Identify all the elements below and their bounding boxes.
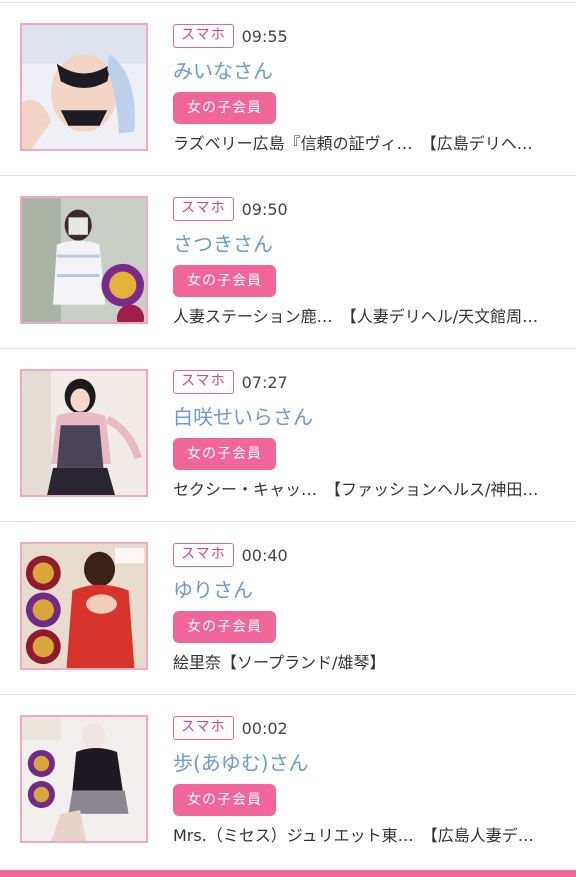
member-badge: 女の子会員: [173, 265, 276, 297]
post-thumbnail[interactable]: [20, 369, 148, 497]
profile-photo-icon: [22, 371, 146, 495]
list-item[interactable]: スマホ 00:40 ゆりさん 女の子会員 絵里奈 【ソープランド/雄琴】: [0, 522, 576, 695]
shop-category: 【広島人妻デ…: [421, 826, 534, 845]
post-time: 00:40: [241, 545, 288, 565]
girl-name-link[interactable]: 歩(あゆむ)さん: [173, 749, 563, 777]
post-time: 09:50: [241, 199, 288, 219]
post-thumbnail[interactable]: [20, 715, 148, 843]
post-thumbnail[interactable]: [20, 196, 148, 324]
shop-category: 【ソープランド/雄琴】: [221, 653, 386, 672]
shop-name[interactable]: 絵里奈: [173, 651, 221, 675]
shop-name[interactable]: ラズベリー広島『信頼の証ヴィ…: [173, 132, 413, 156]
post-time: 00:02: [241, 718, 288, 738]
shop-category: 【人妻デリヘル/天文館周…: [340, 307, 539, 326]
profile-photo-icon: [22, 544, 146, 668]
member-badge: 女の子会員: [173, 611, 276, 643]
shop-name[interactable]: セクシー・キャッ…: [173, 478, 317, 502]
shop-category: 【ファッションヘルス/神田…: [325, 480, 539, 499]
device-badge: スマホ: [173, 370, 234, 394]
device-badge: スマホ: [173, 197, 234, 221]
device-badge: スマホ: [173, 24, 234, 48]
post-time: 09:55: [241, 26, 288, 46]
list-item[interactable]: スマホ 07:27 白咲せいらさん 女の子会員 セクシー・キャッ… 【ファッショ…: [0, 349, 576, 522]
member-badge: 女の子会員: [173, 784, 276, 816]
bottom-accent-bar: [0, 870, 576, 877]
member-badge: 女の子会員: [173, 438, 276, 470]
diary-post-list: スマホ 09:55 みいなさん 女の子会員 ラズベリー広島『信頼の証ヴィ… 【広…: [0, 3, 576, 867]
list-item[interactable]: スマホ 00:02 歩(あゆむ)さん 女の子会員 Mrs.（ミセス）ジュリエット…: [0, 695, 576, 867]
shop-category: 【広島デリヘ…: [420, 134, 533, 153]
girl-name-link[interactable]: ゆりさん: [173, 576, 563, 604]
member-badge: 女の子会員: [173, 92, 276, 124]
girl-name-link[interactable]: さつきさん: [173, 230, 563, 258]
device-badge: スマホ: [173, 543, 234, 567]
profile-photo-icon: [22, 717, 146, 841]
list-item[interactable]: スマホ 09:55 みいなさん 女の子会員 ラズベリー広島『信頼の証ヴィ… 【広…: [0, 3, 576, 176]
girl-name-link[interactable]: 白咲せいらさん: [173, 403, 563, 431]
profile-photo-icon: [22, 198, 146, 322]
profile-photo-icon: [22, 25, 146, 149]
shop-name[interactable]: 人妻ステーション鹿…: [173, 305, 333, 329]
shop-name[interactable]: Mrs.（ミセス）ジュリエット東…: [173, 824, 414, 848]
post-time: 07:27: [241, 372, 288, 392]
post-thumbnail[interactable]: [20, 542, 148, 670]
girl-name-link[interactable]: みいなさん: [173, 57, 563, 85]
list-item[interactable]: スマホ 09:50 さつきさん 女の子会員 人妻ステーション鹿… 【人妻デリヘル…: [0, 176, 576, 349]
post-thumbnail[interactable]: [20, 23, 148, 151]
device-badge: スマホ: [173, 716, 234, 740]
